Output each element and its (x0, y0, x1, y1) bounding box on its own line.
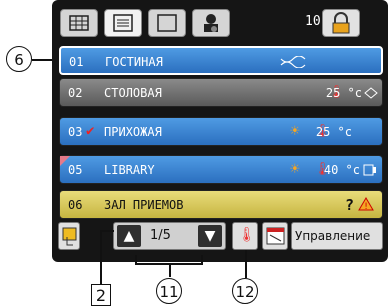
manage-label: Управление (295, 229, 371, 243)
zone-row[interactable]: 06 ЗАЛ ПРИЕМОВ ? ! (59, 190, 383, 219)
tab-list[interactable] (104, 9, 142, 37)
zone-name: СТОЛОВАЯ (104, 86, 162, 100)
callout-6-label: 6 (6, 46, 32, 72)
pager: ▲ 1/5 ▼ (113, 222, 226, 250)
page-up-button[interactable]: ▲ (117, 225, 141, 247)
lock-icon (332, 12, 350, 34)
thermometer-icon: 🌡 (238, 227, 256, 243)
list-icon (113, 14, 133, 32)
zone-name: ЗАЛ ПРИЕМОВ (104, 198, 184, 212)
callout-2-line (100, 230, 102, 285)
temperature-button[interactable]: 🌡 (232, 222, 258, 250)
zone-temperature: 25 °c (325, 86, 362, 100)
single-view-icon (157, 14, 177, 32)
zone-temperature: 25 °c (315, 125, 352, 139)
zone-name: ГОСТИНАЯ (105, 55, 163, 69)
door-icon (363, 164, 376, 176)
back-button[interactable] (58, 222, 80, 250)
schedule-grid-icon (266, 227, 285, 245)
zone-row[interactable]: 05 LIBRARY ☀ 🌡 40 °c (59, 155, 383, 184)
back-hand-icon (62, 227, 77, 246)
manage-button[interactable]: Управление (291, 222, 383, 250)
page-indicator: 1/5 (150, 228, 171, 243)
lock-button[interactable] (322, 9, 360, 37)
zone-number: 01 (69, 55, 84, 69)
callout-2-hline (100, 230, 114, 232)
zone-name: LIBRARY (104, 163, 155, 177)
fan-icon (280, 56, 306, 68)
zone-row[interactable]: 02 СТОЛОВАЯ 🌡 25 °c (59, 78, 383, 107)
zone-temperature: 40 °c (323, 163, 360, 177)
zone-number: 06 (68, 198, 83, 212)
page-down-button[interactable]: ▼ (198, 225, 222, 247)
zone-number: 03 (68, 125, 83, 139)
schedule-button[interactable] (262, 222, 288, 250)
callout-11-line (169, 265, 171, 277)
svg-text:!: ! (364, 202, 368, 211)
sun-icon: ☀ (290, 159, 300, 178)
user-settings-icon (204, 14, 218, 32)
vent-icon (364, 87, 378, 99)
unknown-status: ? (344, 196, 354, 214)
callout-12-line (245, 250, 247, 278)
tab-settings[interactable] (192, 9, 230, 37)
callout-11: 11 (156, 278, 182, 304)
callout-2: 2 (91, 284, 111, 306)
zone-number: 02 (68, 86, 83, 100)
zone-row[interactable]: 01 ГОСТИНАЯ (59, 46, 383, 75)
tab-single[interactable] (148, 9, 186, 37)
zone-number: 05 (68, 163, 83, 177)
grid-icon (69, 15, 89, 31)
check-icon: ✔ (86, 123, 95, 139)
zone-row[interactable]: 03 ✔ ПРИХОЖАЯ ☀ 🌡 25 °c (59, 117, 383, 146)
callout-6: 6 (6, 46, 32, 72)
tab-grid[interactable] (60, 9, 98, 37)
callout-12: 12 (232, 278, 258, 304)
warning-icon: ! (358, 197, 374, 211)
callout-11-bracket (135, 255, 203, 265)
sun-icon: ☀ (290, 121, 300, 140)
zone-name: ПРИХОЖАЯ (104, 125, 162, 139)
